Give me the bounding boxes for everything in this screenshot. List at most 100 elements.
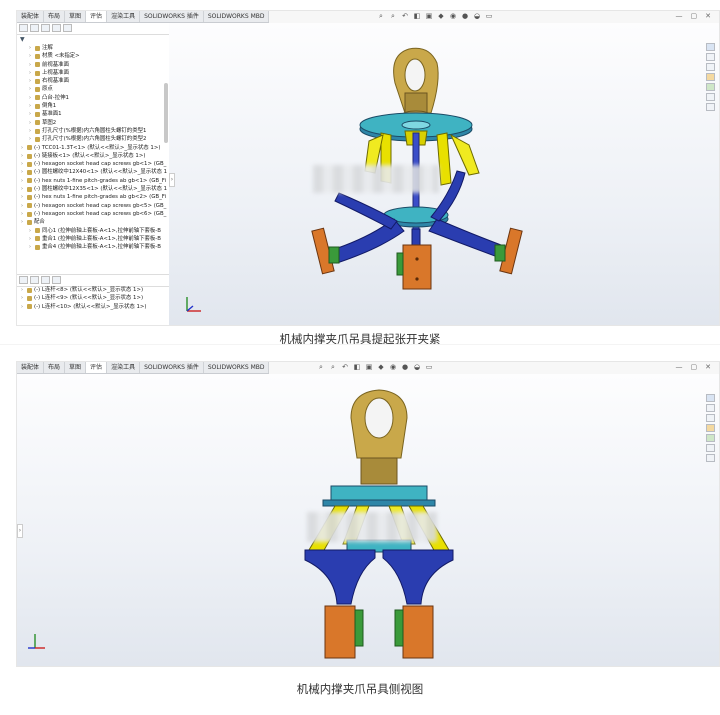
tab-render-tools[interactable]: 渲染工具 xyxy=(107,362,141,373)
appearances-icon[interactable] xyxy=(706,434,715,442)
previous-view-icon[interactable]: ↶ xyxy=(341,363,349,371)
tree-node[interactable]: › (-) TCC01-1.3T<1> (默认<<默认>_显示状态 1>) xyxy=(17,144,169,152)
display-style-icon[interactable]: ◆ xyxy=(437,12,445,20)
custom-properties-icon[interactable] xyxy=(706,93,715,101)
dimxpert-icon[interactable] xyxy=(52,24,61,32)
tree-node[interactable]: › 草图2 xyxy=(17,119,169,127)
tree-node[interactable]: › 打孔尺寸(%根据)内六角圆柱头螺钉的类型2 xyxy=(17,135,169,143)
tab-sketch[interactable]: 草图 xyxy=(65,362,87,373)
minimize-icon[interactable]: — xyxy=(676,362,683,373)
close-icon[interactable]: ✕ xyxy=(705,362,711,373)
restore-icon[interactable]: ▢ xyxy=(691,11,698,22)
property-manager-icon[interactable] xyxy=(30,24,39,32)
tree-node[interactable]: › (-) hex nuts 1-fine pitch-grades ab gb<… xyxy=(17,177,169,185)
tree-node[interactable]: › 配合 xyxy=(17,218,169,226)
tree-node[interactable]: › (-) L连杆<10> (默认<<默认>_显示状态 1>) xyxy=(17,303,169,311)
forum-icon[interactable] xyxy=(706,103,715,111)
scene-icon[interactable]: ◒ xyxy=(473,12,481,20)
configuration-manager-icon[interactable] xyxy=(41,24,50,32)
tree-node[interactable]: › (-) 圆柱螺纹中12X40<1> (默认<<默认>_显示状态 1 xyxy=(17,168,169,176)
material-icon xyxy=(35,53,40,59)
section-view-icon[interactable]: ◧ xyxy=(353,363,361,371)
tab-assembly[interactable]: 装配体 xyxy=(17,362,45,373)
tree-node[interactable]: › (-) 圆柱螺纹中12X35<1> (默认<<默认>_显示状态 1 xyxy=(17,185,169,193)
tab-solidworks-addins[interactable]: SOLIDWORKS 插件 xyxy=(140,362,204,373)
feature-manager-icon[interactable] xyxy=(19,276,28,284)
tree-node[interactable]: › (-) L连杆<8> (默认<<默认>_显示状态 1>) xyxy=(17,286,169,294)
minimize-icon[interactable]: — xyxy=(676,11,683,22)
feature-manager-icon[interactable] xyxy=(19,24,28,32)
zoom-area-icon[interactable]: ⌕ xyxy=(389,12,397,20)
display-manager-icon[interactable] xyxy=(52,276,61,284)
zoom-area-icon[interactable]: ⌕ xyxy=(329,363,337,371)
appearances-icon[interactable] xyxy=(706,83,715,91)
tree-node[interactable]: › 注解 xyxy=(17,44,169,52)
previous-view-icon[interactable]: ↶ xyxy=(401,12,409,20)
tree-node[interactable]: › (-) hex nuts 1-fine pitch-grades ab gb<… xyxy=(17,193,169,201)
property-manager-icon[interactable] xyxy=(30,276,39,284)
right-gripper-pad xyxy=(494,227,523,275)
tab-layout[interactable]: 布局 xyxy=(44,11,66,22)
display-settings-icon[interactable]: ▭ xyxy=(485,12,493,20)
custom-properties-icon[interactable] xyxy=(706,444,715,452)
tree-node[interactable]: › 打孔尺寸(%根据)内六角圆柱头螺钉的类型1 xyxy=(17,127,169,135)
tree-node[interactable]: › 材质 <未指定> xyxy=(17,52,169,60)
section-view-icon[interactable]: ◧ xyxy=(413,12,421,20)
view-orientation-icon[interactable]: ▣ xyxy=(425,12,433,20)
solidworks-resources-icon[interactable] xyxy=(706,394,715,402)
view-palette-icon[interactable] xyxy=(706,424,715,432)
tree-node[interactable]: › 上视基准面 xyxy=(17,69,169,77)
tree-node[interactable]: › 重合1 (拉伸前轴上套板-A<1>,拉伸前轴下套板-B xyxy=(17,235,169,243)
plane-icon xyxy=(35,112,40,118)
tree-node[interactable]: › (-) hexagon socket head cap screws gb<1… xyxy=(17,160,169,168)
configuration-manager-icon[interactable] xyxy=(41,276,50,284)
tab-assembly[interactable]: 装配体 xyxy=(17,11,45,22)
tree-scrollbar[interactable] xyxy=(164,83,168,143)
search-icon[interactable]: ⌕ xyxy=(377,12,385,20)
design-library-icon[interactable] xyxy=(706,404,715,412)
tab-render-tools[interactable]: 渲染工具 xyxy=(107,11,141,22)
tree-node[interactable]: › 原点 xyxy=(17,85,169,93)
file-explorer-icon[interactable] xyxy=(706,414,715,422)
tree-node[interactable]: › 同心1 (拉伸前轴上套板-A<1>,拉伸前轴下套板-B xyxy=(17,227,169,235)
tab-evaluate[interactable]: 评估 xyxy=(86,362,108,373)
close-icon[interactable]: ✕ xyxy=(705,11,711,22)
tree-node[interactable]: › (-) 链接板<1> (默认<<默认>_显示状态 1>) xyxy=(17,152,169,160)
tab-solidworks-addins[interactable]: SOLIDWORKS 插件 xyxy=(140,11,204,22)
edit-appearance-icon[interactable]: ● xyxy=(461,12,469,20)
top-plate xyxy=(322,485,436,507)
hide-show-icon[interactable]: ◉ xyxy=(449,12,457,20)
tab-solidworks-mbd[interactable]: SOLIDWORKS MBD xyxy=(204,11,270,22)
tree-node[interactable]: › (-) hexagon socket head cap screws gb<5… xyxy=(17,202,169,210)
graphics-area[interactable]: › xyxy=(17,374,719,666)
tree-node[interactable]: › 右视基准面 xyxy=(17,77,169,85)
view-palette-icon[interactable] xyxy=(706,73,715,81)
display-manager-icon[interactable] xyxy=(63,24,72,32)
tree-node[interactable]: › 凸台-拉伸1 xyxy=(17,94,169,102)
restore-icon[interactable]: ▢ xyxy=(691,362,698,373)
file-explorer-icon[interactable] xyxy=(706,63,715,71)
solidworks-resources-icon[interactable] xyxy=(706,43,715,51)
tab-solidworks-mbd[interactable]: SOLIDWORKS MBD xyxy=(204,362,270,373)
hide-show-icon[interactable]: ◉ xyxy=(389,363,397,371)
display-style-icon[interactable]: ◆ xyxy=(377,363,385,371)
tree-node[interactable]: › 基准面1 xyxy=(17,110,169,118)
search-icon[interactable]: ⌕ xyxy=(317,363,325,371)
edit-appearance-icon[interactable]: ● xyxy=(401,363,409,371)
tree-node[interactable]: › (-) L连杆<9> (默认<<默认>_显示状态 1>) xyxy=(17,294,169,302)
scene-icon[interactable]: ◒ xyxy=(413,363,421,371)
tree-node[interactable]: › 倒角1 xyxy=(17,102,169,110)
tree-node[interactable]: › (-) hexagon socket head cap screws gb<6… xyxy=(17,210,169,218)
filter-icon[interactable]: ▼ xyxy=(17,35,169,44)
tree-node[interactable]: › 重合4 (拉伸前轴上套板-A<1>,拉伸前轴下套板-B xyxy=(17,243,169,251)
forum-icon[interactable] xyxy=(706,454,715,462)
design-library-icon[interactable] xyxy=(706,53,715,61)
tab-sketch[interactable]: 草图 xyxy=(65,11,87,22)
tab-layout[interactable]: 布局 xyxy=(44,362,66,373)
view-orientation-icon[interactable]: ▣ xyxy=(365,363,373,371)
tree-node[interactable]: › 前视基准面 xyxy=(17,61,169,69)
tree-node-label: 上视基准面 xyxy=(42,69,69,76)
tab-evaluate[interactable]: 评估 xyxy=(86,11,108,22)
graphics-area[interactable]: › xyxy=(169,23,719,325)
display-settings-icon[interactable]: ▭ xyxy=(425,363,433,371)
